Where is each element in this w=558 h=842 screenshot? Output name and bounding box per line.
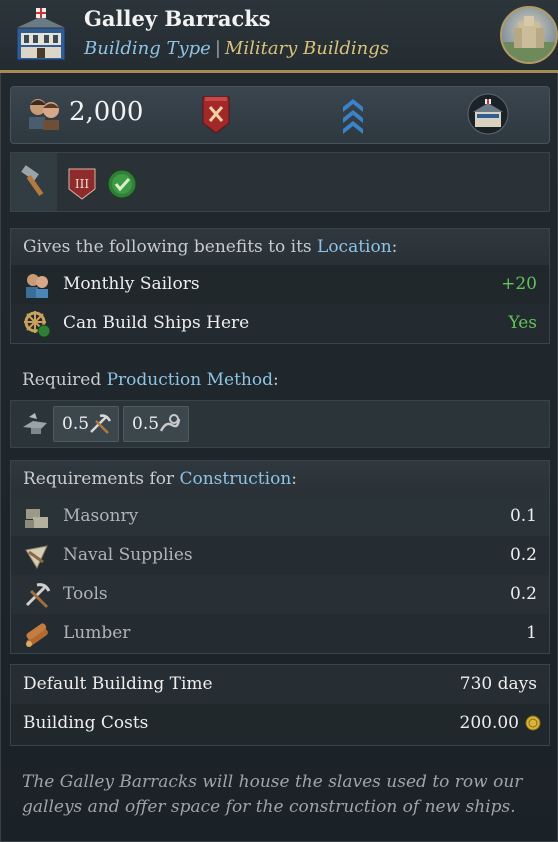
building-subtitle: Building Type | Military Buildings <box>84 38 389 59</box>
construction-value: 1 <box>526 623 537 643</box>
building-title: Galley Barracks <box>84 6 271 31</box>
building-portrait <box>500 6 558 64</box>
rope-icon <box>159 414 181 432</box>
gold-coin-icon <box>525 715 541 731</box>
manpower-value: 2,000 <box>69 97 144 127</box>
benefits-heading-text: Gives the following benefits to its <box>23 237 318 257</box>
rank-chevron-icon[interactable] <box>341 95 365 135</box>
construction-value: 0.2 <box>509 584 537 604</box>
benefit-label: Monthly Sailors <box>63 274 200 294</box>
benefit-row: Can Build Ships Here Yes <box>11 304 549 343</box>
tools-icon <box>25 583 51 609</box>
building-time-label: Default Building Time <box>23 674 213 694</box>
tier-three-badge-icon[interactable]: III <box>67 167 97 201</box>
sailors-icon <box>26 274 48 298</box>
production-input-amount: 0.5 <box>62 414 90 434</box>
location-link[interactable]: Location <box>317 237 392 257</box>
building-time-value: 730 days <box>459 674 537 694</box>
ship-wheel-icon <box>24 311 51 338</box>
building-cost-value: 200.00 <box>459 713 519 733</box>
building-cost-row: Building Costs 200.00 <box>11 704 549 743</box>
naval-supplies-icon <box>25 545 48 570</box>
construction-label: Masonry <box>63 506 139 526</box>
construct-cell[interactable] <box>11 153 57 211</box>
construction-panel: Requirements for Construction: Masonry 0… <box>10 460 550 654</box>
construction-row: Tools 0.2 <box>11 575 549 614</box>
building-tags-row: III <box>10 152 550 212</box>
production-heading-text: Required <box>22 370 107 390</box>
benefit-row: Monthly Sailors +20 <box>11 265 549 304</box>
production-input-chip[interactable]: 0.5 <box>123 406 189 442</box>
construction-label: Lumber <box>63 623 131 643</box>
benefits-panel: Gives the following benefits to its Loca… <box>10 228 550 344</box>
military-banner-icon[interactable] <box>201 95 231 135</box>
svg-text:III: III <box>75 177 89 191</box>
benefit-label: Can Build Ships Here <box>63 313 250 333</box>
lumber-icon <box>26 623 48 647</box>
check-approved-icon[interactable] <box>107 169 137 199</box>
benefits-heading-colon: : <box>391 237 398 257</box>
barracks-small-icon[interactable] <box>467 93 509 135</box>
production-method-link[interactable]: Production Method <box>107 370 273 390</box>
tools-icon <box>90 414 112 434</box>
castle-icon <box>502 16 556 62</box>
building-cost-box: Default Building Time 730 days Building … <box>10 664 550 746</box>
benefit-value: Yes <box>508 313 537 333</box>
construction-heading: Requirements for Construction: <box>11 461 549 497</box>
subtitle-separator: | <box>214 38 221 59</box>
building-cost-label: Building Costs <box>23 713 149 733</box>
production-method-icon[interactable] <box>21 411 49 437</box>
construction-link[interactable]: Construction <box>179 469 291 489</box>
construction-label: Tools <box>63 584 108 604</box>
construction-row: Masonry 0.1 <box>11 497 549 536</box>
benefit-value: +20 <box>501 274 537 294</box>
production-method-row: 0.5 0.5 <box>10 400 550 448</box>
masonry-icon <box>25 509 48 528</box>
construction-heading-text: Requirements for <box>23 469 180 489</box>
construction-row: Naval Supplies 0.2 <box>11 536 549 575</box>
construction-row: Lumber 1 <box>11 614 549 653</box>
population-icon[interactable] <box>25 95 63 131</box>
production-input-chip[interactable]: 0.5 <box>53 406 119 442</box>
building-description: The Galley Barracks will house the slave… <box>22 772 523 817</box>
stat-bar: 2,000 <box>10 86 550 144</box>
production-heading-colon: : <box>272 370 279 390</box>
barracks-building-icon <box>14 8 68 61</box>
production-heading: Required Production Method: <box>10 362 548 398</box>
hammer-icon[interactable] <box>19 165 51 197</box>
building-time-row: Default Building Time 730 days <box>11 665 549 704</box>
construction-value: 0.1 <box>509 506 537 526</box>
tooltip-header: Galley Barracks Building Type | Military B… <box>0 0 558 73</box>
construction-label: Naval Supplies <box>63 545 193 565</box>
benefits-heading: Gives the following benefits to its Loca… <box>11 229 549 265</box>
construction-heading-colon: : <box>291 469 297 489</box>
building-category-link[interactable]: Military Buildings <box>225 38 389 59</box>
building-type-link[interactable]: Building Type <box>84 38 211 59</box>
construction-value: 0.2 <box>509 545 537 565</box>
production-input-amount: 0.5 <box>132 414 160 434</box>
